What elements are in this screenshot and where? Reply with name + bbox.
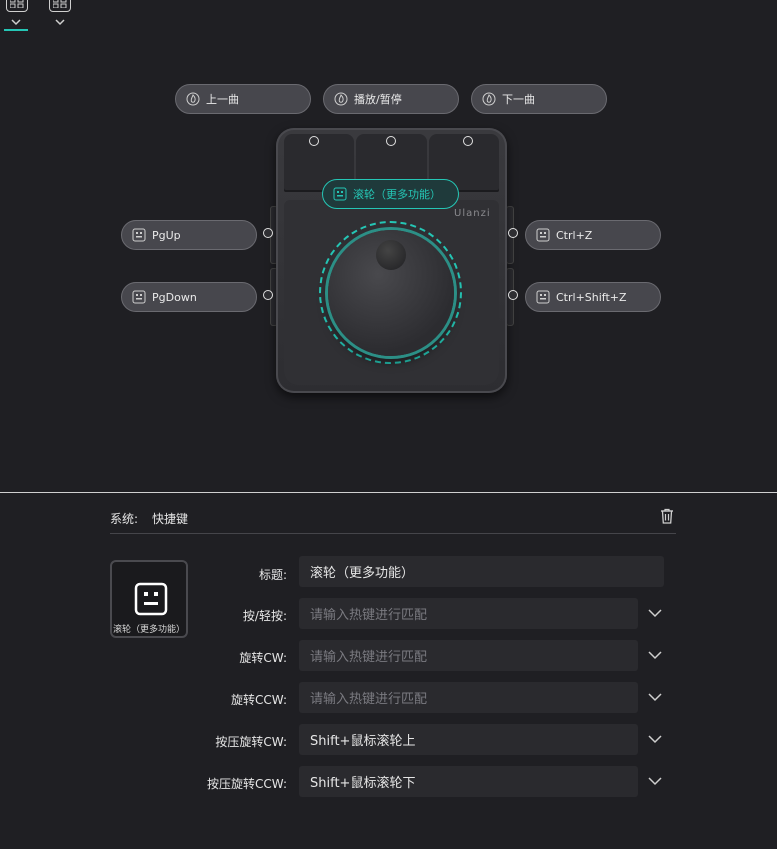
system-value: 快捷键 xyxy=(152,512,189,526)
keyboard-icon xyxy=(333,187,347,201)
system-label: 系统: xyxy=(110,512,139,526)
trash-icon[interactable] xyxy=(660,508,674,524)
fire-icon xyxy=(482,92,496,106)
keyboard-icon xyxy=(132,290,146,304)
connector-dot xyxy=(263,228,273,238)
press-rotate-ccw-hotkey-input[interactable]: Shift+鼠标滚轮下 xyxy=(299,766,638,797)
title-input[interactable]: 滚轮（更多功能） xyxy=(299,556,664,587)
chevron-down-icon[interactable] xyxy=(647,608,663,618)
keyboard-icon xyxy=(132,228,146,242)
chevron-down-icon[interactable] xyxy=(55,18,65,26)
connector-dot xyxy=(508,228,518,238)
press-rotate-cw-label: 按压旋转CW: xyxy=(215,735,287,749)
knob-grip xyxy=(376,240,406,270)
pill-label: 下一曲 xyxy=(502,93,535,106)
press-rotate-ccw-value: Shift+鼠标滚轮下 xyxy=(310,776,416,791)
chevron-down-icon[interactable] xyxy=(647,692,663,702)
rotate-ccw-hotkey-input[interactable]: 请输入热键进行匹配 xyxy=(299,682,638,713)
preview-caption: 滚轮（更多功能） xyxy=(112,625,185,635)
keyboard-icon xyxy=(536,228,550,242)
connector-dot xyxy=(309,136,319,146)
device-grid-icon[interactable] xyxy=(6,0,28,12)
pill-label: 上一曲 xyxy=(206,93,239,106)
active-device-indicator xyxy=(4,29,28,31)
pill-label: PgUp xyxy=(152,228,181,242)
button-assignment-knob[interactable]: 滚轮（更多功能） xyxy=(322,179,459,209)
pill-label: PgDown xyxy=(152,290,197,304)
connector-dot xyxy=(463,136,473,146)
chevron-down-icon[interactable] xyxy=(647,734,663,744)
rotate-ccw-placeholder: 请输入热键进行匹配 xyxy=(310,692,428,707)
rotate-cw-placeholder: 请输入热键进行匹配 xyxy=(310,650,428,665)
device-grid-icon[interactable] xyxy=(49,0,71,12)
pill-label: Ctrl+Z xyxy=(556,228,593,242)
fire-icon xyxy=(334,92,348,106)
button-assignment-next-track[interactable]: 下一曲 xyxy=(471,84,607,114)
connector-dot xyxy=(263,290,273,300)
press-rotate-cw-value: Shift+鼠标滚轮上 xyxy=(310,734,416,749)
keyboard-icon xyxy=(134,582,168,616)
button-assignment-pgup[interactable]: PgUp xyxy=(121,220,257,250)
press-hotkey-placeholder: 请输入热键进行匹配 xyxy=(310,608,428,623)
pill-label: Ctrl+Shift+Z xyxy=(556,290,627,304)
button-assignment-ctrl-z[interactable]: Ctrl+Z xyxy=(525,220,661,250)
rotate-cw-hotkey-input[interactable]: 请输入热键进行匹配 xyxy=(299,640,638,671)
connector-dot xyxy=(508,290,518,300)
fire-icon xyxy=(186,92,200,106)
device-brand: Ulanzi xyxy=(454,208,491,219)
press-rotate-ccw-label: 按压旋转CCW: xyxy=(207,777,287,791)
chevron-down-icon[interactable] xyxy=(647,650,663,660)
button-assignment-ctrl-shift-z[interactable]: Ctrl+Shift+Z xyxy=(525,282,661,312)
rotate-ccw-label: 旋转CCW: xyxy=(231,693,287,707)
press-hotkey-input[interactable]: 请输入热键进行匹配 xyxy=(299,598,638,629)
rotate-cw-label: 旋转CW: xyxy=(239,651,287,665)
chevron-down-icon[interactable] xyxy=(11,18,21,26)
panel-header-divider xyxy=(110,533,676,534)
section-divider xyxy=(0,492,777,493)
button-assignment-prev-track[interactable]: 上一曲 xyxy=(175,84,311,114)
chevron-down-icon[interactable] xyxy=(647,776,663,786)
button-assignment-pgdown[interactable]: PgDown xyxy=(121,282,257,312)
pill-label: 滚轮（更多功能） xyxy=(353,188,441,201)
press-rotate-cw-hotkey-input[interactable]: Shift+鼠标滚轮上 xyxy=(299,724,638,755)
pill-label: 播放/暂停 xyxy=(354,93,402,106)
keyboard-icon xyxy=(536,290,550,304)
title-label: 标题: xyxy=(258,568,287,582)
title-input-value: 滚轮（更多功能） xyxy=(310,566,415,581)
press-label: 按/轻按: xyxy=(242,609,287,623)
button-assignment-play-pause[interactable]: 播放/暂停 xyxy=(323,84,459,114)
connector-dot xyxy=(386,136,396,146)
icon-preview[interactable]: 滚轮（更多功能） xyxy=(110,560,188,638)
